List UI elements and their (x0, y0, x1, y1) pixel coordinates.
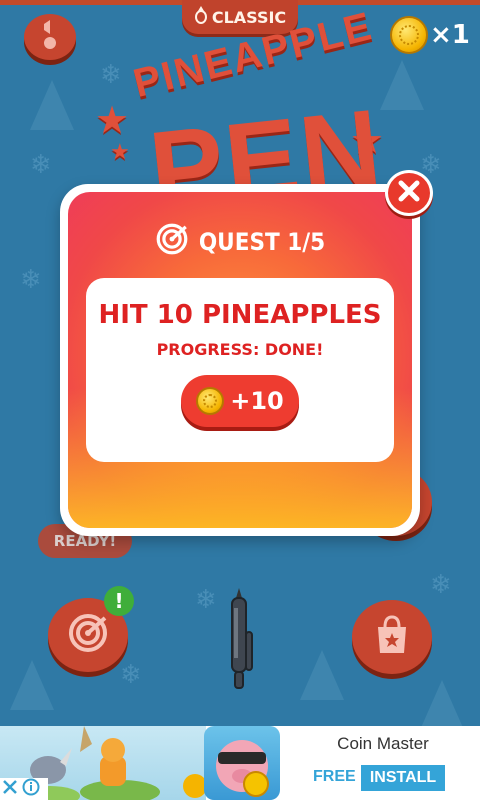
quest-card: HIT 10 PINEAPPLES PROGRESS: DONE! +10 (86, 278, 394, 462)
game-background: ❄ ❄ ❄ ❄ ❄ ❄ ❄ CLASSIC ×1 ★ ★ ★ PINEAPPLE… (0, 0, 480, 726)
close-icon (398, 180, 420, 206)
quest-progress: PROGRESS: DONE! (156, 340, 324, 359)
reward-amount: +10 (230, 387, 284, 415)
claim-reward-button[interactable]: +10 (181, 375, 299, 427)
ad-controls (0, 778, 48, 800)
ad-free-label: FREE (313, 768, 356, 785)
ad-close-icon[interactable] (2, 779, 18, 799)
ad-app-icon (204, 726, 280, 800)
quest-modal-body: QUEST 1/5 HIT 10 PINEAPPLES PROGRESS: DO… (68, 192, 412, 528)
quest-task: HIT 10 PINEAPPLES (98, 300, 382, 330)
ad-info-icon[interactable] (22, 778, 40, 800)
quest-header: QUEST 1/5 (68, 222, 412, 262)
quest-title: QUEST 1/5 (198, 228, 326, 256)
ad-install-button[interactable]: INSTALL (361, 765, 445, 791)
close-button[interactable] (385, 170, 433, 216)
target-icon (155, 222, 189, 262)
coin-icon (196, 387, 225, 415)
ad-banner[interactable]: Coin Master FREE INSTALL (0, 726, 480, 800)
quest-modal: QUEST 1/5 HIT 10 PINEAPPLES PROGRESS: DO… (60, 184, 420, 536)
ad-title: Coin Master (337, 734, 429, 753)
